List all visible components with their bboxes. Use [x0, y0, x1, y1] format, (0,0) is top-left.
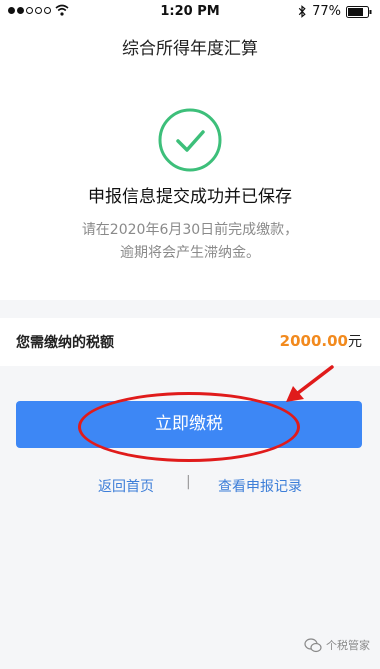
tax-unit: 元 [348, 334, 362, 350]
status-bar: 1:20 PM 77% [0, 0, 380, 24]
view-records-link[interactable]: 查看申报记录 [218, 476, 302, 496]
link-divider: | [186, 474, 191, 490]
page-title: 综合所得年度汇算 [122, 39, 258, 59]
battery-icon [346, 5, 372, 18]
watermark: 个税管家 [304, 637, 370, 653]
tax-amount-wrap: 2000.00元 [280, 331, 362, 351]
bluetooth-icon [298, 5, 306, 18]
tax-label: 您需缴纳的税额 [16, 335, 114, 351]
battery-percent: 77% [312, 4, 341, 19]
annotation-ellipse [78, 392, 300, 462]
late-fee-notice: 逾期将会产生滞纳金。 [120, 245, 260, 261]
watermark-text: 个税管家 [326, 639, 370, 652]
success-check-icon [158, 108, 222, 172]
payment-deadline-notice: 请在2020年6月30日前完成缴款， [81, 222, 299, 238]
annotation-arrow-icon [286, 365, 334, 402]
tax-amount: 2000.00 [279, 332, 348, 350]
status-right: 77% [297, 4, 372, 19]
tax-amount-row: 您需缴纳的税额 2000.00元 [0, 318, 380, 366]
success-message: 申报信息提交成功并已保存 [88, 187, 292, 207]
back-home-link[interactable]: 返回首页 [98, 476, 154, 496]
wechat-icon [304, 637, 322, 652]
